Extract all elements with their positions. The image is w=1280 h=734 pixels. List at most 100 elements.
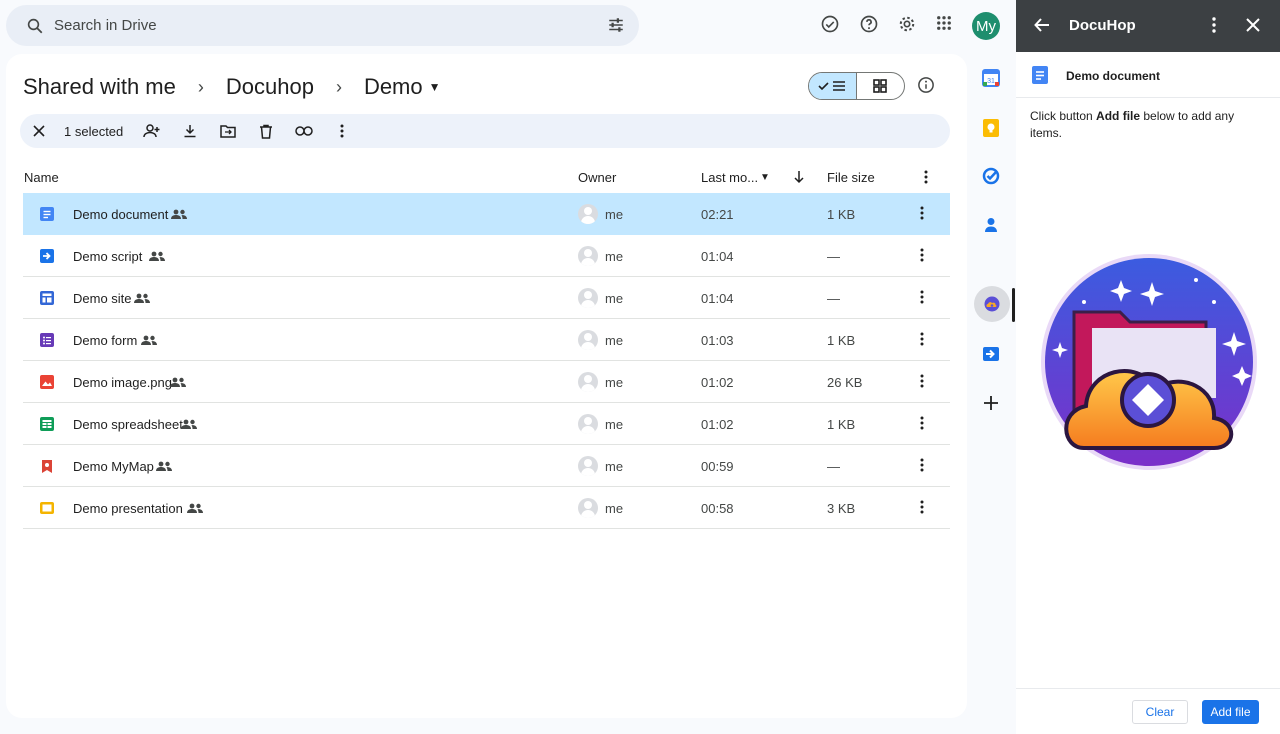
chevron-right-icon: › — [335, 76, 342, 97]
shared-icon — [187, 501, 203, 516]
search-bar[interactable]: Search in Drive — [6, 5, 639, 46]
share-button[interactable] — [133, 114, 171, 148]
search-input[interactable]: Search in Drive — [54, 17, 157, 34]
file-name[interactable]: Demo form — [73, 333, 137, 348]
link-icon — [295, 126, 314, 136]
more-vert-icon[interactable] — [924, 170, 928, 184]
calendar-icon[interactable]: 31 — [982, 69, 1000, 87]
table-header: Name Owner Last mo... ▼ File size — [23, 162, 949, 192]
document-name: Demo document — [1066, 69, 1161, 83]
move-button[interactable] — [209, 114, 247, 148]
table-row[interactable]: Demo document me 02:21 1 KB — [23, 193, 950, 235]
file-name[interactable]: Demo spreadsheet — [73, 417, 183, 432]
owner-name: me — [605, 291, 624, 306]
sheets-icon — [40, 417, 54, 431]
column-name[interactable]: Name — [24, 170, 59, 185]
close-icon[interactable] — [1246, 18, 1260, 32]
table-row[interactable]: Demo presentation me 00:58 3 KB — [23, 487, 950, 529]
file-size: 1 KB — [827, 333, 856, 348]
clear-button[interactable]: Clear — [1132, 700, 1188, 724]
owner-avatar — [578, 330, 598, 350]
offline-ready-icon[interactable] — [820, 14, 840, 34]
column-size[interactable]: File size — [827, 170, 875, 185]
settings-gear-icon[interactable] — [897, 14, 917, 34]
add-icon[interactable] — [982, 394, 1000, 412]
more-vert-icon[interactable] — [920, 416, 924, 433]
more-vert-icon[interactable] — [920, 290, 924, 307]
clear-selection-button[interactable] — [20, 114, 58, 148]
download-button[interactable] — [171, 114, 209, 148]
file-size: — — [827, 249, 840, 264]
keep-icon[interactable] — [982, 118, 1000, 138]
more-vert-icon[interactable] — [920, 248, 924, 265]
modified-time: 00:58 — [701, 501, 734, 516]
chevron-right-icon: › — [197, 76, 204, 97]
docuhop-logo — [1041, 254, 1257, 470]
owner-avatar — [578, 372, 598, 392]
docuhop-icon[interactable] — [984, 296, 1000, 312]
google-apps-icon[interactable] — [935, 14, 953, 32]
file-name[interactable]: Demo MyMap — [73, 459, 154, 474]
dropdown-arrow-icon[interactable]: ▼ — [429, 80, 441, 94]
image-icon — [40, 375, 54, 389]
tasks-icon[interactable] — [982, 167, 1000, 185]
copy-link-button[interactable] — [285, 114, 323, 148]
table-row[interactable]: Demo script me 01:04 — — [23, 235, 950, 277]
account-avatar[interactable]: My — [972, 12, 1000, 40]
apps-script-addon-icon[interactable] — [982, 345, 1000, 363]
file-size: — — [827, 459, 840, 474]
table-row[interactable]: Demo MyMap me 00:59 — — [23, 445, 950, 487]
owner-avatar — [578, 288, 598, 308]
panel-title: DocuHop — [1069, 17, 1136, 34]
table-row[interactable]: Demo spreadsheet me 01:02 1 KB — [23, 403, 950, 445]
info-icon[interactable] — [917, 76, 935, 94]
shared-icon — [134, 291, 150, 306]
file-name[interactable]: Demo document — [73, 207, 168, 222]
more-vert-icon[interactable] — [920, 332, 924, 349]
breadcrumb-demo[interactable]: Demo — [364, 74, 423, 100]
more-vert-icon[interactable] — [920, 206, 924, 223]
more-vert-icon[interactable] — [920, 500, 924, 517]
table-row[interactable]: Demo form me 01:03 1 KB — [23, 319, 950, 361]
shared-icon — [149, 249, 165, 264]
table-row[interactable]: Demo image.png me 01:02 26 KB — [23, 361, 950, 403]
file-name[interactable]: Demo site — [73, 291, 132, 306]
docs-icon — [40, 207, 54, 221]
back-arrow-icon[interactable] — [1034, 17, 1050, 33]
help-text: Click button Add file below to add any i… — [1030, 109, 1235, 140]
owner-avatar — [578, 414, 598, 434]
shared-icon — [170, 375, 186, 390]
view-toggle[interactable] — [808, 72, 905, 100]
add-file-button[interactable]: Add file — [1202, 700, 1259, 724]
modified-time: 01:03 — [701, 333, 734, 348]
breadcrumb-docuhop[interactable]: Docuhop — [226, 74, 314, 100]
help-icon[interactable] — [859, 14, 879, 34]
more-vert-icon[interactable] — [920, 374, 924, 391]
modified-time: 01:02 — [701, 375, 734, 390]
slides-icon — [40, 501, 54, 515]
delete-button[interactable] — [247, 114, 285, 148]
column-modified[interactable]: Last mo... — [701, 170, 758, 185]
file-name[interactable]: Demo script — [73, 249, 142, 264]
search-options-icon[interactable] — [607, 16, 625, 34]
file-name[interactable]: Demo presentation — [73, 501, 183, 516]
table-row[interactable]: Demo site me 01:04 — — [23, 277, 950, 319]
list-view-button[interactable] — [809, 73, 857, 99]
modified-time: 01:04 — [701, 249, 734, 264]
more-vert-icon[interactable] — [1212, 17, 1216, 33]
contacts-icon[interactable] — [982, 216, 1000, 234]
breadcrumb-shared[interactable]: Shared with me — [23, 74, 176, 100]
file-size: 1 KB — [827, 207, 856, 222]
file-name[interactable]: Demo image.png — [73, 375, 172, 390]
more-actions-button[interactable] — [323, 114, 361, 148]
sort-direction-arrow-icon[interactable] — [793, 170, 805, 184]
sort-menu-icon[interactable]: ▼ — [760, 172, 770, 183]
add-person-icon — [143, 124, 160, 138]
selection-count: 1 selected — [64, 123, 124, 139]
shared-icon — [141, 333, 157, 348]
owner-name: me — [605, 333, 624, 348]
column-owner[interactable]: Owner — [578, 170, 616, 185]
more-vert-icon[interactable] — [920, 458, 924, 475]
grid-view-button[interactable] — [857, 73, 905, 99]
trash-icon — [260, 124, 273, 139]
